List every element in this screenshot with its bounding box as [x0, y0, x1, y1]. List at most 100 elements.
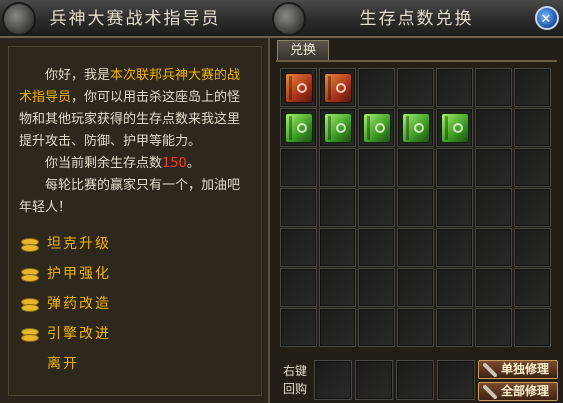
item-slot[interactable] [358, 148, 395, 187]
hammer-icon [483, 384, 497, 399]
green-book-icon [362, 112, 391, 143]
option-label: 护甲强化 [47, 266, 111, 282]
repair-single-button[interactable]: 单独修理 [478, 360, 558, 379]
item-slot[interactable] [475, 108, 512, 147]
item-slot[interactable] [397, 108, 434, 147]
item-slot[interactable] [280, 148, 317, 187]
survival-points-value: 150 [162, 156, 187, 171]
item-slot[interactable] [319, 268, 356, 307]
bottom-bar: 右键回购 单独修理 全部修理 [276, 356, 563, 403]
option-leave[interactable]: 离开 [19, 349, 251, 379]
item-slot[interactable] [475, 308, 512, 347]
item-slot[interactable] [358, 228, 395, 267]
item-slot[interactable] [280, 268, 317, 307]
item-slot[interactable] [358, 108, 395, 147]
dialog-text: 你好，我是本次联邦兵神大赛的战术指导员，你可以用击杀这座岛上的怪物和其他玩家获得… [19, 65, 251, 219]
corner-ornament-icon [2, 2, 36, 36]
item-slot[interactable] [319, 148, 356, 187]
corner-ornament-icon [272, 2, 306, 36]
item-slot[interactable] [358, 68, 395, 107]
item-slot[interactable] [514, 148, 551, 187]
item-slot[interactable] [475, 188, 512, 227]
repair-all-button[interactable]: 全部修理 [478, 382, 558, 401]
encourage-text: 每轮比赛的赢家只有一个，加油吧年轻人！ [19, 178, 241, 215]
gold-coins-icon [21, 237, 39, 252]
buyback-slots [314, 360, 475, 400]
points-label: 你当前剩余生存点数 [45, 156, 163, 171]
item-slot[interactable] [358, 308, 395, 347]
buyback-slot[interactable] [437, 360, 475, 400]
exchange-title: 生存点数兑换 [359, 9, 474, 29]
item-slot[interactable] [319, 108, 356, 147]
item-slot[interactable] [397, 188, 434, 227]
green-book-icon [440, 112, 469, 143]
buyback-slot[interactable] [314, 360, 352, 400]
item-slot[interactable] [358, 188, 395, 227]
item-slot[interactable] [475, 148, 512, 187]
option-tank-upgrade[interactable]: 坦克升级 [19, 229, 251, 259]
greeting-text: 你好，我是 [45, 68, 111, 83]
item-slot[interactable] [436, 268, 473, 307]
item-slot[interactable] [514, 308, 551, 347]
green-book-icon [323, 112, 352, 143]
gold-coins-icon [21, 327, 39, 342]
option-label: 坦克升级 [47, 236, 111, 252]
close-icon[interactable]: ✕ [535, 6, 559, 30]
item-slot[interactable] [280, 308, 317, 347]
item-slot[interactable] [475, 68, 512, 107]
green-book-icon [401, 112, 430, 143]
item-slot[interactable] [397, 68, 434, 107]
option-ammo-modify[interactable]: 弹药改造 [19, 289, 251, 319]
item-slot[interactable] [514, 228, 551, 267]
item-slot[interactable] [319, 188, 356, 227]
item-slot[interactable] [319, 308, 356, 347]
gold-coins-icon [21, 297, 39, 312]
dialog-box: 你好，我是本次联邦兵神大赛的战术指导员，你可以用击杀这座岛上的怪物和其他玩家获得… [8, 46, 262, 396]
item-slot[interactable] [436, 228, 473, 267]
npc-title-bar[interactable]: 兵神大赛战术指导员 [0, 0, 270, 38]
option-armor-enhance[interactable]: 护甲强化 [19, 259, 251, 289]
tab-divider [276, 60, 557, 62]
buyback-slot[interactable] [396, 360, 434, 400]
item-slot[interactable] [280, 188, 317, 227]
item-slot[interactable] [436, 108, 473, 147]
item-slot[interactable] [514, 108, 551, 147]
item-grid [280, 68, 551, 347]
item-slot[interactable] [397, 148, 434, 187]
item-slot[interactable] [280, 228, 317, 267]
item-slot[interactable] [280, 108, 317, 147]
hammer-icon [483, 362, 497, 377]
item-slot[interactable] [436, 68, 473, 107]
item-slot[interactable] [358, 268, 395, 307]
item-slot[interactable] [514, 268, 551, 307]
option-engine-improve[interactable]: 引擎改进 [19, 319, 251, 349]
item-slot[interactable] [514, 188, 551, 227]
buyback-slot[interactable] [355, 360, 393, 400]
npc-dialog-panel: 兵神大赛战术指导员 你好，我是本次联邦兵神大赛的战术指导员，你可以用击杀这座岛上… [0, 0, 270, 403]
item-slot[interactable] [319, 68, 356, 107]
repair-all-label: 全部修理 [501, 384, 550, 398]
red-book-icon [323, 72, 352, 103]
item-slot[interactable] [397, 308, 434, 347]
item-slot[interactable] [397, 268, 434, 307]
tab-exchange[interactable]: 兑换 [277, 40, 329, 60]
repair-single-label: 单独修理 [501, 362, 550, 376]
item-slot[interactable] [436, 148, 473, 187]
item-slot[interactable] [436, 308, 473, 347]
option-label: 弹药改造 [47, 296, 111, 312]
item-slot[interactable] [280, 68, 317, 107]
item-slot[interactable] [319, 228, 356, 267]
item-slot[interactable] [475, 268, 512, 307]
gold-coins-icon [21, 267, 39, 282]
item-slot[interactable] [436, 188, 473, 227]
green-book-icon [284, 112, 313, 143]
item-slot[interactable] [475, 228, 512, 267]
points-suffix: 。 [186, 156, 200, 171]
buyback-label: 右键回购 [282, 364, 307, 396]
dialog-options: 坦克升级 护甲强化 弹药改造 引擎改进 离开 [19, 229, 251, 379]
exchange-title-bar[interactable]: 生存点数兑换 ✕ [270, 0, 563, 38]
item-slot[interactable] [397, 228, 434, 267]
item-slot[interactable] [514, 68, 551, 107]
option-label: 引擎改进 [47, 326, 111, 342]
npc-title: 兵神大赛战术指导员 [49, 9, 221, 29]
